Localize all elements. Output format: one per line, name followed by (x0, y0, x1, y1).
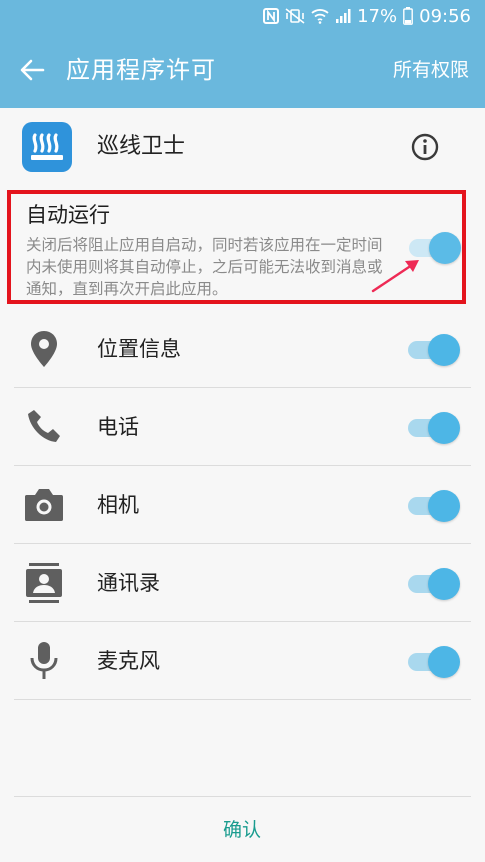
auto-run-description: 关闭后将阻止应用自启动，同时若该应用在一定时间内未使用则将其自动停止，之后可能无… (26, 236, 383, 298)
permission-row-location[interactable]: 位置信息 (0, 310, 485, 388)
divider (14, 699, 471, 700)
toggle-knob (428, 490, 460, 522)
battery-icon (403, 7, 414, 25)
permission-toggle[interactable] (406, 332, 460, 366)
clock: 09:56 (419, 5, 471, 27)
nfc-icon (263, 8, 280, 24)
app-name: 巡线卫士 (97, 134, 186, 159)
permission-toggle[interactable] (406, 410, 460, 444)
status-icons: 17% 09:56 (263, 5, 471, 27)
signal-icon (335, 8, 351, 24)
permission-row-camera[interactable]: 相机 (0, 466, 485, 544)
confirm-button[interactable]: 确认 (180, 810, 304, 850)
info-icon[interactable] (410, 132, 440, 162)
contacts-icon (22, 563, 66, 603)
permission-toggle[interactable] (406, 566, 460, 600)
app-bar: 应用程序许可 所有权限 (0, 32, 485, 108)
phone-icon (22, 407, 66, 447)
auto-run-title: 自动运行 (26, 203, 110, 227)
annotation-arrow-icon (371, 260, 419, 293)
permission-row-microphone[interactable]: 麦克风 (0, 622, 485, 700)
permission-toggle[interactable] (406, 644, 460, 678)
auto-run-section: 自动运行 关闭后将阻止应用自启动，同时若该应用在一定时间内未使用则将其自动停止，… (7, 190, 466, 304)
vibrate-mute-icon (285, 8, 305, 24)
permission-label: 通讯录 (97, 571, 160, 595)
toggle-knob (428, 412, 460, 444)
permission-label: 位置信息 (97, 337, 181, 361)
app-header: 巡线卫士 (0, 108, 485, 186)
page-title: 应用程序许可 (66, 56, 216, 84)
location-icon (22, 329, 66, 369)
toggle-knob (428, 646, 460, 678)
footer-divider (14, 796, 471, 797)
permission-label: 麦克风 (97, 649, 160, 673)
camera-icon (22, 485, 66, 525)
all-permissions-button[interactable]: 所有权限 (393, 54, 469, 86)
permission-row-phone[interactable]: 电话 (0, 388, 485, 466)
back-button[interactable] (14, 52, 50, 88)
toggle-knob (429, 232, 461, 264)
permission-row-contacts[interactable]: 通讯录 (0, 544, 485, 622)
toggle-knob (428, 334, 460, 366)
microphone-icon (22, 641, 66, 681)
arrow-left-icon (20, 59, 45, 81)
toggle-knob (428, 568, 460, 600)
screen: 17% 09:56 应用程序许可 所有权限 巡线卫士 自动运行 关闭后将阻止应用 (0, 0, 485, 862)
wifi-icon (311, 8, 329, 24)
status-bar: 17% 09:56 (0, 0, 485, 32)
heater-icon (22, 122, 72, 172)
permission-label: 相机 (97, 493, 139, 517)
battery-percent: 17% (357, 5, 398, 27)
permission-label: 电话 (97, 415, 139, 439)
permission-toggle[interactable] (406, 488, 460, 522)
